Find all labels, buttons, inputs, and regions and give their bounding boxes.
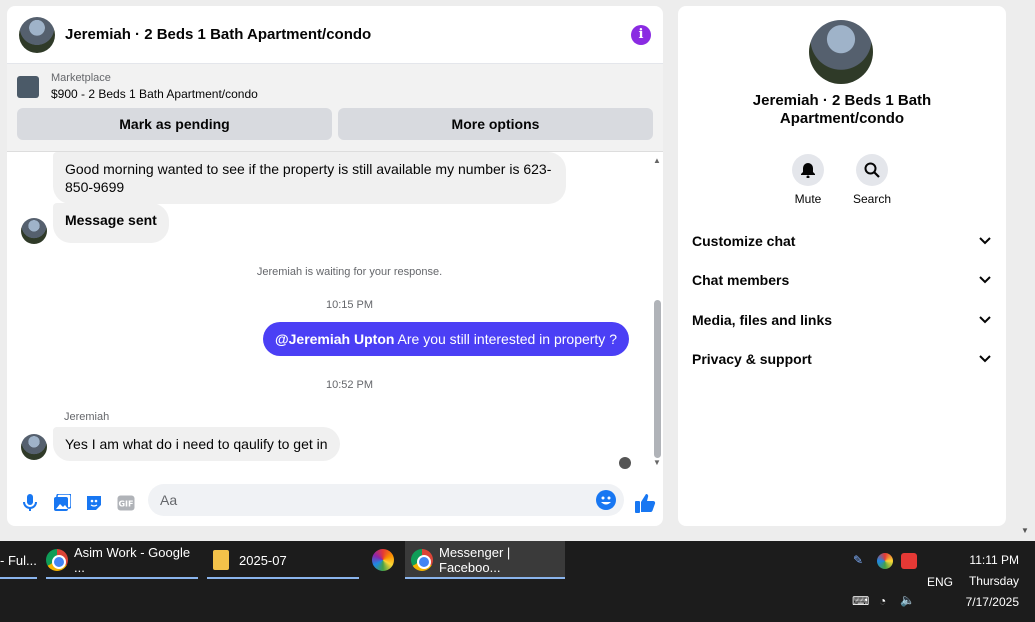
marketplace-label: Marketplace xyxy=(51,72,111,84)
seen-avatar xyxy=(619,457,631,469)
listing-title: $900 - 2 Beds 1 Bath Apartment/condo xyxy=(51,87,258,101)
info-icon[interactable]: i xyxy=(631,24,651,45)
language-indicator[interactable]: ENG xyxy=(927,575,953,589)
chat-info-panel: Jeremiah · 2 Beds 1 Bath Apartment/condo… xyxy=(678,6,1006,526)
active-indicator xyxy=(46,577,198,579)
outgoing-text: Are you still interested in property ? xyxy=(397,331,617,347)
folder-icon xyxy=(213,550,229,570)
mark-as-pending-button[interactable]: Mark as pending xyxy=(17,108,332,140)
section-privacy-support[interactable]: Privacy & support xyxy=(692,351,992,367)
taskbar-item[interactable]: - Ful... xyxy=(0,541,37,579)
taskbar-item-label: Messenger | Faceboo... xyxy=(439,545,511,575)
message-bubble[interactable]: Message sent xyxy=(53,203,169,243)
outgoing-message[interactable]: @Jeremiah Upton Are you still interested… xyxy=(262,322,629,356)
scroll-thumb[interactable] xyxy=(654,300,661,458)
section-customize-chat[interactable]: Customize chat xyxy=(692,233,992,249)
chrome-icon xyxy=(411,549,433,571)
message-scrollbar[interactable]: ▲ ▼ xyxy=(652,152,663,470)
active-indicator xyxy=(0,577,37,579)
bell-icon[interactable] xyxy=(792,154,824,186)
keyboard-icon[interactable]: ⌨ xyxy=(852,594,869,608)
page-scroll-down-icon[interactable]: ▼ xyxy=(1021,526,1029,535)
taskbar-item-messenger[interactable]: Messenger | Faceboo... xyxy=(405,541,565,579)
more-options-button[interactable]: More options xyxy=(338,108,653,140)
scroll-down-icon[interactable]: ▼ xyxy=(653,458,661,467)
chevron-down-icon xyxy=(979,316,991,324)
search-icon[interactable] xyxy=(856,154,888,186)
sender-name: Jeremiah xyxy=(64,411,110,423)
search-label: Search xyxy=(852,192,892,206)
clock-time: 11:11 PM xyxy=(969,553,1019,567)
taskbar-item-label: 2025-07 xyxy=(239,552,287,568)
message-list: Good morning wanted to see if the proper… xyxy=(7,152,652,480)
message-input[interactable]: Aa xyxy=(148,484,624,516)
waiting-status: Jeremiah is waiting for your response. xyxy=(256,266,443,278)
listing-row[interactable]: Marketplace $900 - 2 Beds 1 Bath Apartme… xyxy=(17,72,653,101)
active-indicator xyxy=(207,577,359,579)
section-label: Customize chat xyxy=(692,233,796,249)
chat-title[interactable]: Jeremiah · 2 Beds 1 Bath Apartment/condo xyxy=(65,26,631,43)
taskbar: - Ful... Asim Work - Google ... 2025-07 … xyxy=(0,541,1035,622)
taskbar-item-app[interactable] xyxy=(372,541,396,579)
section-chat-members[interactable]: Chat members xyxy=(692,272,992,288)
info-title: Jeremiah · 2 Beds 1 Bath Apartment/condo xyxy=(752,92,932,127)
section-label: Media, files and links xyxy=(692,312,833,328)
mute-label: Mute xyxy=(794,192,822,206)
message-bubble[interactable]: Good morning wanted to see if the proper… xyxy=(53,152,566,204)
chat-header: Jeremiah · 2 Beds 1 Bath Apartment/condo… xyxy=(7,6,663,64)
marketplace-listing: Marketplace $900 - 2 Beds 1 Bath Apartme… xyxy=(7,64,663,152)
section-label: Privacy & support xyxy=(692,351,812,367)
timestamp: 10:52 PM xyxy=(325,379,374,391)
taskbar-item-label: - Ful... xyxy=(0,552,37,568)
gallery-icon[interactable] xyxy=(51,492,73,514)
microphone-icon[interactable] xyxy=(19,492,41,514)
timestamp: 10:15 PM xyxy=(325,299,374,311)
sticker-icon[interactable] xyxy=(83,492,105,514)
listing-thumbnail xyxy=(17,75,39,98)
sender-avatar[interactable] xyxy=(21,434,47,460)
mute-button[interactable]: Mute xyxy=(778,154,838,206)
composer: GIF Aa xyxy=(7,480,663,526)
active-indicator xyxy=(405,577,565,579)
taskbar-item-chrome-asim[interactable]: Asim Work - Google ... xyxy=(46,541,198,579)
section-media-files-links[interactable]: Media, files and links xyxy=(692,312,992,328)
scroll-up-icon[interactable]: ▲ xyxy=(653,156,661,165)
clock-date: 7/17/2025 xyxy=(965,595,1019,609)
sender-avatar[interactable] xyxy=(21,218,47,244)
mention[interactable]: @Jeremiah Upton xyxy=(275,331,394,347)
contact-avatar[interactable] xyxy=(19,16,55,53)
gif-icon[interactable]: GIF xyxy=(115,492,137,514)
volume-icon[interactable]: 🔈 xyxy=(900,593,915,607)
tray-record-icon[interactable] xyxy=(901,553,917,569)
taskbar-item-folder[interactable]: 2025-07 xyxy=(207,541,359,579)
tray-app-icon[interactable] xyxy=(877,553,893,569)
search-button[interactable]: Search xyxy=(842,154,902,206)
message-bubble[interactable]: Yes I am what do i need to qaulify to ge… xyxy=(53,427,340,461)
like-icon[interactable] xyxy=(634,492,656,514)
chevron-down-icon xyxy=(979,355,991,363)
clock[interactable]: 11:11 PM Thursday 7/17/2025 xyxy=(966,550,1019,613)
taskbar-item-label: Asim Work - Google ... xyxy=(74,545,191,575)
section-label: Chat members xyxy=(692,272,790,288)
clock-day: Thursday xyxy=(968,574,1019,588)
network-icon[interactable]: ◔ xyxy=(879,594,886,608)
profile-avatar[interactable] xyxy=(809,20,873,84)
emoji-icon[interactable] xyxy=(596,490,616,510)
chrome-icon xyxy=(46,549,68,571)
chat-panel: Jeremiah · 2 Beds 1 Bath Apartment/condo… xyxy=(7,6,663,526)
message-placeholder: Aa xyxy=(160,492,178,508)
svg-text:GIF: GIF xyxy=(118,500,133,509)
tray-icon[interactable]: ✎ xyxy=(853,553,869,569)
chevron-down-icon xyxy=(979,237,991,245)
app-icon xyxy=(372,549,394,571)
chevron-down-icon xyxy=(979,276,991,284)
